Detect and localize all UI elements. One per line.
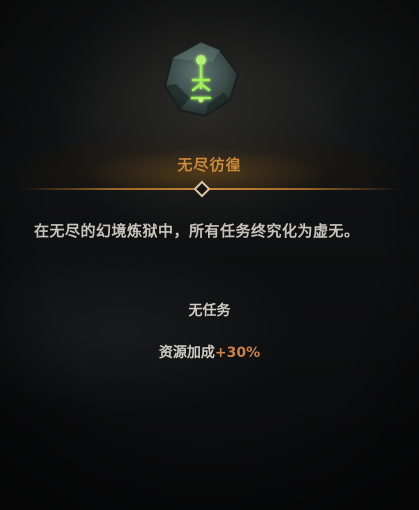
- bonus-label: 资源加成: [158, 345, 215, 361]
- green-rune-stone-icon: [163, 40, 240, 118]
- bonus-value: +30%: [214, 345, 261, 361]
- resource-bonus: 资源加成+30%: [0, 342, 419, 362]
- modifier-title: 无尽彷徨: [177, 156, 242, 174]
- task-label: 无任务: [188, 303, 231, 319]
- modifier-card: 无尽彷徨 在无尽的幻境炼狱中，所有任务终究化为虚无。 无任务 资源加成+30%: [0, 0, 419, 510]
- modifier-description: 在无尽的幻境炼狱中，所有任务终究化为虚无。: [34, 222, 360, 240]
